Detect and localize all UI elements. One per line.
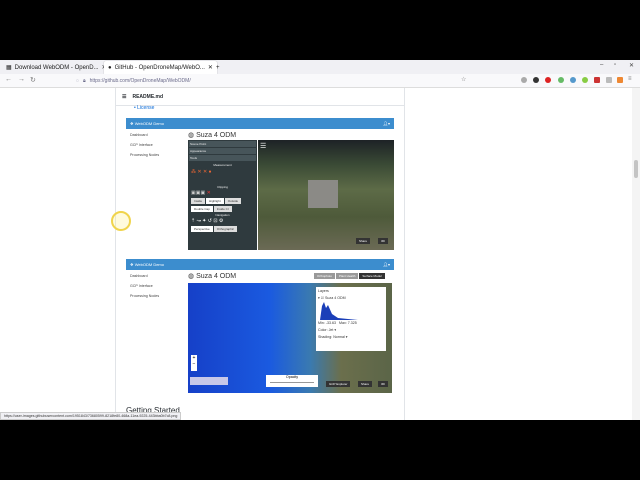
demo-navbar: ❖ WebODM Demo 👤︎▾ — [126, 259, 394, 270]
reload-icon[interactable]: ↻ — [30, 76, 36, 84]
back-icon[interactable]: ← — [5, 76, 12, 83]
surface-model-button[interactable]: Surface Model — [359, 273, 385, 279]
scrollbar-thumb[interactable] — [634, 160, 638, 178]
restore-button[interactable]: ▫ — [614, 62, 616, 68]
extension-icon[interactable] — [570, 77, 576, 83]
forward-icon[interactable]: → — [18, 76, 25, 83]
layers-panel: Layers ▾ ☑ Suza 4 ODM Min: -33.63 Max: 7… — [316, 287, 386, 351]
readme-box: ☰ README.md • License ❖ WebODM Demo 👤︎▾ Da… — [115, 88, 405, 420]
license-link[interactable]: • License — [134, 105, 154, 111]
view-3d-button[interactable]: 3D — [378, 238, 388, 244]
demo-screenshot-3d: ❖ WebODM Demo 👤︎▾ Dashboard GCP Interface P… — [126, 118, 394, 250]
readme-header: ☰ README.md — [116, 88, 404, 106]
potree-panel: Scene Point Appearance Tools Measurement… — [188, 140, 257, 250]
menu-icon[interactable]: ≡ — [628, 76, 632, 82]
lock-icon: 🔒︎ — [82, 78, 86, 84]
demo-sidebar: Dashboard GCP Interface Processing Nodes — [130, 274, 160, 298]
demo-navbar: ❖ WebODM Demo 👤︎▾ — [126, 118, 394, 129]
bookmark-star-icon[interactable]: ☆ — [461, 76, 466, 83]
color-select[interactable]: Jet — [329, 328, 334, 332]
zoom-control[interactable]: + − — [191, 355, 197, 371]
extension-icon[interactable] — [617, 77, 623, 83]
cursor-highlight — [111, 211, 131, 231]
legend-swatch — [190, 377, 228, 385]
menu-icon[interactable]: ☰ — [260, 142, 266, 150]
pocket-icon[interactable] — [521, 77, 527, 83]
extension-icon[interactable] — [594, 77, 600, 83]
globe-icon: ◍ — [188, 132, 195, 139]
orthophoto-button[interactable]: Orthophoto — [314, 273, 336, 279]
logo-icon: ❖ — [130, 262, 134, 267]
tab-bar: ▦Download WebODM - OpenD...✕ ●GitHub - O… — [0, 60, 640, 74]
library-icon[interactable] — [606, 77, 612, 83]
demo-sidebar: Dashboard GCP Interface Processing Nodes — [130, 133, 160, 157]
max-input[interactable]: 7.325 — [348, 321, 357, 325]
tab-download-webodm[interactable]: ▦Download WebODM - OpenD...✕ — [2, 61, 111, 74]
adblock-icon[interactable] — [545, 77, 551, 83]
map-view[interactable]: + − Opacity Layers ▾ ☑ Suza 4 ODM Min: -3… — [188, 283, 392, 393]
point-cloud-view[interactable]: ☰ Share 3D — [258, 140, 394, 250]
scrollbar[interactable] — [632, 88, 640, 420]
building-image — [308, 180, 338, 208]
github-icon: ● — [108, 64, 112, 71]
histogram — [320, 302, 358, 320]
tab-icon: ▦ — [6, 65, 12, 71]
share-button[interactable]: Share — [358, 381, 373, 387]
demo-screenshot-map: ❖ WebODM Demo 👤︎▾ Dashboard GCP Interface P… — [126, 259, 394, 393]
share-button[interactable]: Share — [356, 238, 371, 244]
list-icon[interactable]: ☰ — [122, 94, 126, 100]
new-tab-button[interactable]: + — [212, 61, 224, 74]
view-3d-button[interactable]: 3D — [378, 381, 388, 387]
close-window-button[interactable]: ✕ — [629, 62, 634, 69]
page-content: ☰ README.md • License ❖ WebODM Demo 👤︎▾ Da… — [0, 88, 632, 420]
status-url: https://user-images.githubusercontent.co… — [0, 412, 182, 420]
address-bar[interactable]: ◌ 🔒︎ https://github.com/OpenDroneMap/WebOD… — [76, 76, 482, 86]
user-icon: 👤︎▾ — [382, 121, 390, 126]
logo-icon: ❖ — [130, 121, 134, 126]
shading-select[interactable]: Normal — [333, 335, 345, 339]
minimize-button[interactable]: – — [600, 62, 603, 68]
tab-github[interactable]: ● GitHub - OpenDroneMap/WebO... ✕ — [104, 61, 217, 74]
navigation-tools[interactable]: ⇡ ↝ ✦ ↺ ⊡ ⚙ — [188, 217, 257, 225]
extension-icon[interactable] — [533, 77, 539, 83]
plant-health-button[interactable]: Plant Health — [336, 273, 359, 279]
user-icon: 👤︎▾ — [382, 262, 390, 267]
opacity-slider[interactable]: Opacity — [266, 375, 318, 387]
min-input[interactable]: -33.63 — [326, 321, 336, 325]
shield-icon: ◌ — [76, 78, 79, 84]
globe-icon: ◍ — [188, 273, 195, 280]
extension-icon[interactable] — [558, 77, 564, 83]
extension-icon[interactable] — [582, 77, 588, 83]
gcp-explorer-button[interactable]: GCP Explorer — [326, 381, 351, 387]
clipping-tools[interactable]: ▣▣▣ ✕ — [188, 189, 257, 197]
measurement-tools[interactable]: ⁂ ✕ ✕ ● — [188, 167, 257, 185]
